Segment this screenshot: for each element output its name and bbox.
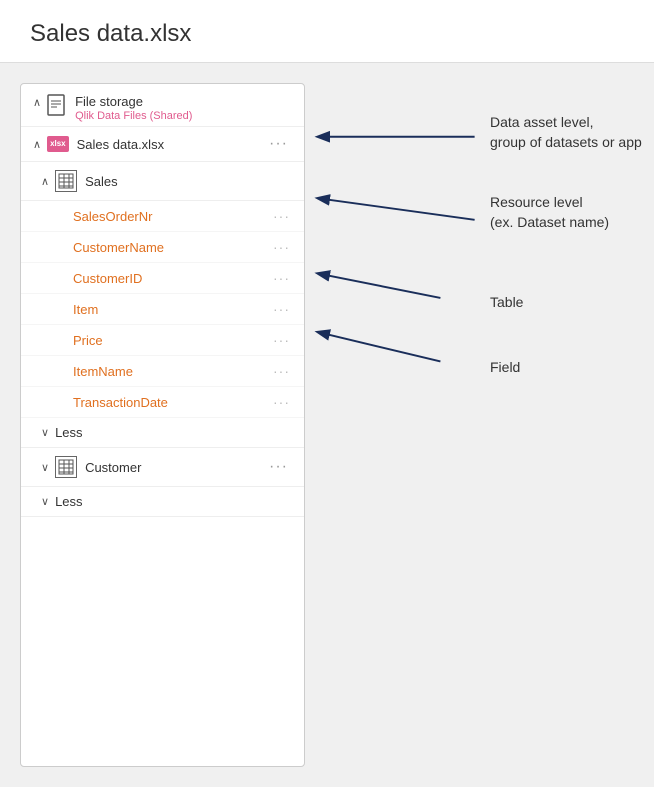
table-customer-name: Customer [85, 460, 265, 475]
annotation-resource: Resource level (ex. Dataset name) [490, 193, 609, 232]
file-storage-row[interactable]: ∧ File storage Qlik Data Files (Shared) [21, 84, 304, 127]
field-price-label: Price [73, 333, 271, 348]
table-sales-icon [55, 170, 77, 192]
arrows-svg [305, 83, 654, 767]
table-sales-chevron[interactable]: ∧ [41, 175, 49, 188]
annotation-table: Table [490, 293, 523, 313]
file-storage-name: File storage [75, 94, 192, 109]
annotation-table-text: Table [490, 294, 523, 310]
table-customer-row[interactable]: ∨ Customer ··· [21, 448, 304, 487]
table-sales-name: Sales [85, 174, 292, 189]
resource-row[interactable]: ∧ xlsx Sales data.xlsx ··· [21, 127, 304, 162]
file-storage-subtitle: Qlik Data Files (Shared) [75, 110, 192, 122]
sales-less-chevron: ∨ [41, 426, 49, 439]
field-price-menu[interactable]: ··· [271, 332, 292, 348]
field-customername-label: CustomerName [73, 240, 271, 255]
sales-less-row[interactable]: ∨ Less [21, 418, 304, 448]
xlsx-badge: xlsx [47, 136, 69, 152]
annotation-data-asset-text: Data asset level, group of datasets or a… [490, 114, 642, 150]
field-salesordernr-label: SalesOrderNr [73, 209, 271, 224]
annotation-resource-text: Resource level (ex. Dataset name) [490, 194, 609, 230]
tree-panel: ∧ File storage Qlik Data Files (Shared) … [20, 83, 305, 767]
sales-less-label: Less [55, 425, 82, 440]
file-storage-icon [47, 94, 67, 116]
resource-dots-menu[interactable]: ··· [265, 135, 292, 153]
field-transactiondate-label: TransactionDate [73, 395, 271, 410]
field-customername[interactable]: CustomerName ··· [21, 232, 304, 263]
field-customerid-menu[interactable]: ··· [271, 270, 292, 286]
customer-less-label: Less [55, 494, 82, 509]
field-salesordernr-menu[interactable]: ··· [271, 208, 292, 224]
file-storage-info: File storage Qlik Data Files (Shared) [75, 94, 192, 122]
field-customername-menu[interactable]: ··· [271, 239, 292, 255]
field-item[interactable]: Item ··· [21, 294, 304, 325]
field-item-menu[interactable]: ··· [271, 301, 292, 317]
annotation-field: Field [490, 358, 520, 378]
field-item-label: Item [73, 302, 271, 317]
file-storage-chevron[interactable]: ∧ [33, 96, 41, 109]
page-header: Sales data.xlsx [0, 0, 654, 63]
field-customerid-label: CustomerID [73, 271, 271, 286]
customer-less-row[interactable]: ∨ Less [21, 487, 304, 517]
field-customerid[interactable]: CustomerID ··· [21, 263, 304, 294]
table-customer-icon [55, 456, 77, 478]
field-itemname-label: ItemName [73, 364, 271, 379]
annotations-panel: Data asset level, group of datasets or a… [305, 83, 654, 767]
table-sales-row[interactable]: ∧ Sales [21, 162, 304, 201]
annotation-data-asset: Data asset level, group of datasets or a… [490, 113, 642, 152]
resource-name: Sales data.xlsx [77, 137, 265, 152]
page-title: Sales data.xlsx [30, 20, 624, 48]
field-transactiondate-menu[interactable]: ··· [271, 394, 292, 410]
field-itemname[interactable]: ItemName ··· [21, 356, 304, 387]
annotation-field-text: Field [490, 359, 520, 375]
resource-chevron[interactable]: ∧ [33, 138, 41, 151]
field-itemname-menu[interactable]: ··· [271, 363, 292, 379]
field-price[interactable]: Price ··· [21, 325, 304, 356]
customer-less-chevron: ∨ [41, 495, 49, 508]
field-salesordernr[interactable]: SalesOrderNr ··· [21, 201, 304, 232]
table-customer-menu[interactable]: ··· [265, 458, 292, 476]
field-transactiondate[interactable]: TransactionDate ··· [21, 387, 304, 418]
table-customer-chevron[interactable]: ∨ [41, 461, 49, 474]
main-content: ∧ File storage Qlik Data Files (Shared) … [0, 63, 654, 787]
